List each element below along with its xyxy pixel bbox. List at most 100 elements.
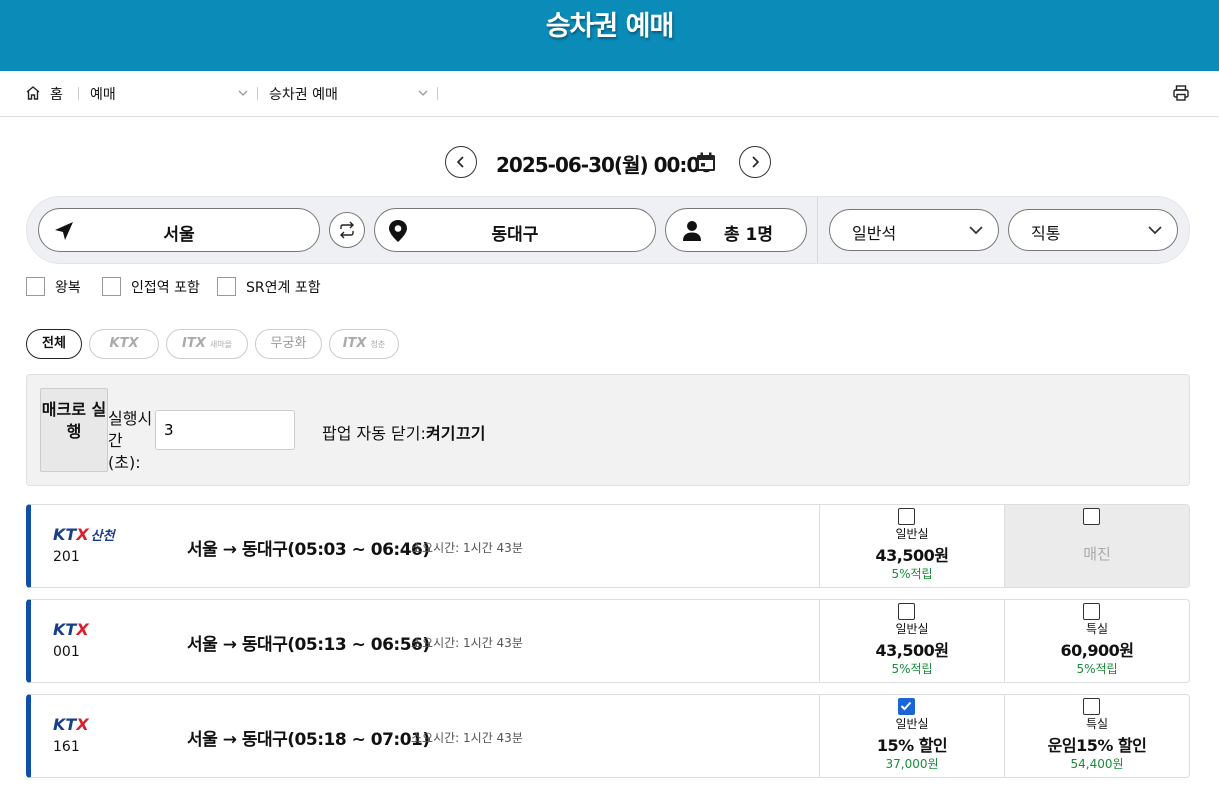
macro-panel: 매크로 실행 실행시간(초): 팝업 자동 닫기: 켜기 끄기 (26, 374, 1190, 486)
itx-cheongchun-sub: 청춘 (370, 340, 386, 349)
home-icon[interactable] (25, 85, 41, 101)
train-duration: 소요시간: 1시간 43분 (411, 731, 523, 745)
seat-price: 15% 할인 (876, 736, 948, 755)
popup-on-button[interactable]: 켜기 (426, 420, 455, 444)
seat-class: 일반실 (895, 717, 929, 731)
route-type-select[interactable]: 직통 (1008, 209, 1178, 251)
divider (437, 87, 438, 100)
seat-checkbox[interactable] (898, 603, 915, 620)
train-duration: 소요시간: 1시간 43분 (411, 636, 523, 650)
ktx-logo: KTX (53, 715, 89, 734)
person-icon (683, 221, 701, 241)
seat-points: 5%적립 (891, 567, 933, 581)
seat-price: 운임15% 할인 (1047, 736, 1147, 755)
itx-logo: ITX (342, 336, 367, 351)
filter-itx-saemaeul[interactable]: ITX 새마을 (166, 329, 248, 359)
filter-mugunghwa[interactable]: 무궁화 (255, 329, 322, 359)
swap-stations-button[interactable] (329, 212, 365, 248)
filter-itx-cheongchun[interactable]: ITX 청춘 (329, 329, 399, 359)
interval-input[interactable] (155, 410, 295, 450)
general-seat-option[interactable]: 일반실 43,500원 5%적립 (819, 600, 1004, 682)
popup-off-button[interactable]: 끄기 (456, 420, 485, 444)
seat-checkbox[interactable] (898, 508, 915, 525)
ktx-logo: KTX (53, 620, 89, 639)
ktx-logo: KTX 산천 (53, 525, 115, 544)
checkmark-icon (900, 701, 912, 711)
macro-run-button[interactable]: 매크로 실행 (40, 388, 108, 472)
breadcrumb-level1[interactable]: 예매 (90, 84, 116, 104)
calendar-icon[interactable] (695, 151, 717, 173)
seat-class: 일반실 (895, 527, 929, 541)
special-seat-option[interactable]: 특실 60,900원 5%적립 (1004, 600, 1189, 682)
seat-points: 37,000원 (885, 757, 939, 771)
seat-class: 특실 (1085, 717, 1109, 731)
seat-checkbox[interactable] (1083, 603, 1100, 620)
selected-date[interactable]: 2025-06-30(월) 00:00 (496, 149, 713, 178)
breadcrumb: 홈 예매 승차권 예매 (0, 71, 1219, 117)
destination-field[interactable]: 동대구 (374, 208, 656, 252)
next-date-button[interactable] (739, 146, 771, 178)
prev-date-button[interactable] (445, 146, 477, 178)
chevron-down-icon[interactable] (237, 87, 249, 99)
special-seat-option: 매진 (1004, 505, 1189, 587)
chevron-down-icon[interactable] (417, 87, 429, 99)
breadcrumb-home[interactable]: 홈 (50, 84, 63, 104)
popup-close-label: 팝업 자동 닫기: (322, 424, 426, 443)
seat-class-value: 일반석 (852, 224, 897, 243)
divider (78, 87, 79, 100)
filter-ktx[interactable]: KTX (89, 329, 159, 359)
train-number: 201 (53, 549, 80, 565)
route-type-value: 직통 (1031, 224, 1061, 243)
origin-field[interactable]: 서울 (38, 208, 320, 252)
divider (817, 197, 818, 263)
sold-out-label: 매진 (1083, 545, 1111, 563)
train-route: 서울 → 동대구(05:03 ~ 06:46) (187, 540, 430, 560)
seat-price: 43,500원 (875, 546, 949, 565)
seat-class-select[interactable]: 일반석 (829, 209, 999, 251)
general-seat-option[interactable]: 일반실 15% 할인 37,000원 (819, 695, 1004, 777)
checkbox[interactable] (217, 277, 236, 296)
train-row[interactable]: KTX 161 서울 → 동대구(05:18 ~ 07:01) 소요시간: 1시… (26, 694, 1190, 778)
train-number: 161 (53, 739, 80, 755)
page-title: 승차권 예매 (545, 11, 675, 42)
passenger-value: 총 1명 (724, 225, 774, 245)
page-header: 승차권 예매 (0, 0, 1219, 71)
seat-class: 일반실 (895, 622, 929, 636)
passenger-field[interactable]: 총 1명 (665, 208, 807, 252)
train-row[interactable]: KTX 001 서울 → 동대구(05:13 ~ 06:56) 소요시간: 1시… (26, 599, 1190, 683)
date-selector: 2025-06-30(월) 00:00 (0, 145, 1219, 179)
chevron-right-icon (752, 156, 760, 168)
train-route: 서울 → 동대구(05:18 ~ 07:01) (187, 730, 430, 750)
train-row[interactable]: KTX 산천 201 서울 → 동대구(05:03 ~ 06:46) 소요시간: … (26, 504, 1190, 588)
swap-icon (340, 221, 354, 239)
ktx-logo: KTX (109, 336, 139, 351)
divider (257, 87, 258, 100)
chevron-left-icon (456, 156, 464, 168)
search-panel: 서울 동대구 총 1명 일반석 직통 (26, 196, 1190, 264)
general-seat-option[interactable]: 일반실 43,500원 5%적립 (819, 505, 1004, 587)
seat-checkbox[interactable] (1083, 508, 1100, 525)
roundtrip-label: 왕복 (55, 280, 81, 296)
train-number: 001 (53, 644, 80, 660)
seat-points: 54,400원 (1070, 757, 1124, 771)
special-seat-option[interactable]: 특실 운임15% 할인 54,400원 (1004, 695, 1189, 777)
seat-points: 5%적립 (1076, 662, 1118, 676)
filter-all[interactable]: 전체 (26, 329, 82, 359)
nearby-label: 인접역 포함 (131, 280, 200, 296)
checkbox[interactable] (102, 277, 121, 296)
seat-price: 43,500원 (875, 641, 949, 660)
seat-price: 60,900원 (1060, 641, 1134, 660)
seat-checkbox[interactable] (898, 698, 915, 715)
breadcrumb-level2[interactable]: 승차권 예매 (269, 84, 338, 104)
checkbox[interactable] (26, 277, 45, 296)
train-route: 서울 → 동대구(05:13 ~ 06:56) (187, 635, 430, 655)
seat-class: 특실 (1085, 622, 1109, 636)
sr-label: SR연계 포함 (246, 280, 321, 296)
destination-value: 동대구 (491, 225, 539, 245)
train-duration: 소요시간: 1시간 43분 (411, 541, 523, 555)
seat-checkbox[interactable] (1083, 698, 1100, 715)
interval-label: 실행시간(초): (108, 409, 153, 472)
itx-logo: ITX (182, 336, 206, 351)
chevron-down-icon (969, 226, 983, 235)
print-icon[interactable] (1172, 84, 1190, 102)
